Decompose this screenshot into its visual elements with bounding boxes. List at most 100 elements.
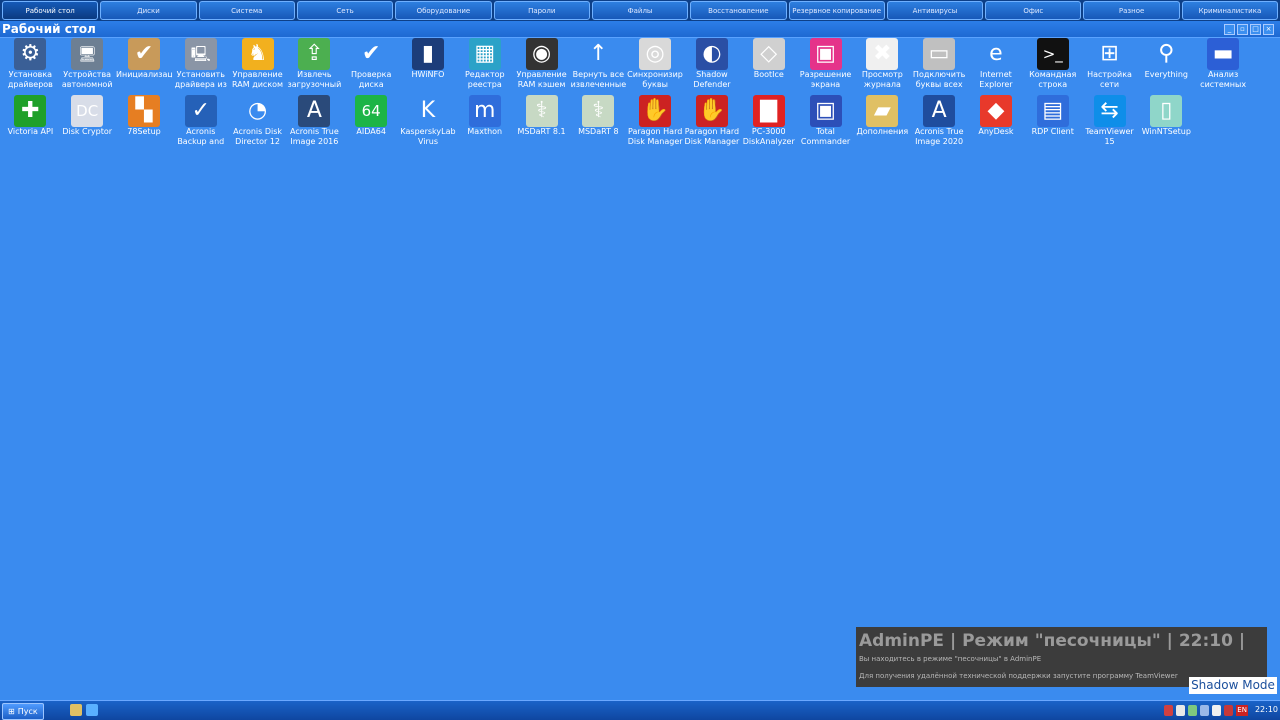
tab-10[interactable]: Офис [985,1,1082,20]
desktop-shortcut[interactable]: ◇ BootIce [740,38,797,95]
shortcut-label: Редактор реестра [464,70,505,89]
maxthon-icon: m [468,95,501,127]
desktop-shortcut[interactable]: ♞ Управление RAM диском [229,38,286,95]
desktop-shortcut[interactable]: ⊞ Настройка сети [1081,38,1138,95]
desktop-shortcut[interactable]: ✋ Paragon Hard Disk Manager [684,95,741,152]
shortcut-label: MSDaRT 8.1 [517,127,566,136]
msdart-81-icon: ⚕ [525,95,558,127]
desktop-shortcut[interactable]: ▣ Total Commander [797,95,854,152]
ram-cache-icon: ◉ [525,38,558,70]
hwinfo-icon: ▮ [411,38,444,70]
desktop-shortcut[interactable]: 64 AIDA64 [343,95,400,152]
desktop-shortcut[interactable]: ◔ Acronis Disk Director 12 [229,95,286,152]
folder-quicklaunch-icon[interactable] [70,704,82,716]
close-button[interactable]: × [1263,24,1274,35]
desktop-shortcut[interactable]: ⚕ MSDaRT 8 [570,95,627,152]
shortcut-label: Анализ системных [1200,70,1247,89]
tab-5[interactable]: Пароли [493,1,590,20]
78setup-icon: ▚ [127,95,160,127]
tray-volume-icon[interactable] [1212,704,1222,716]
shortcut-label: Acronis True Image 2020 [914,127,964,146]
tab-3[interactable]: Сеть [296,1,394,20]
tab-2[interactable]: Система [198,1,295,20]
desktop-shortcut[interactable]: ✓ Acronis Backup and [172,95,229,152]
tray-shield-icon[interactable] [1176,704,1186,716]
regedit-icon: ▦ [468,38,501,70]
tab-8[interactable]: Резервное копирование [788,1,885,20]
teamviewer-icon: ⇆ [1093,95,1126,127]
maximize-button[interactable]: □ [1250,24,1261,35]
desktop-shortcut[interactable]: ◐ Shadow Defender [684,38,741,95]
shortcut-label: Настройка сети [1087,70,1132,89]
return-extracted-icon: ↑ [582,38,615,70]
explorer-quicklaunch-icon[interactable] [86,704,98,716]
shortcut-label: Acronis True Image 2016 [290,127,339,146]
desktop-shortcut[interactable]: ◆ AnyDesk [968,95,1025,152]
tab-7[interactable]: Восстановление [690,1,787,20]
victoria-icon: ✚ [14,95,47,127]
desktop-shortcut[interactable]: DC Disk Cryptor [59,95,116,152]
desktop-shortcut[interactable]: ▦ Редактор реестра [456,38,513,95]
desktop-shortcut[interactable]: ▣ Разрешение экрана [797,38,854,95]
tab-6[interactable]: Файлы [591,1,689,20]
extract-boot-icon: ⇪ [298,38,331,70]
desktop-shortcut[interactable]: ↑ Вернуть все извлеченные [570,38,627,95]
desktop-shortcut[interactable]: >_ Командная строка [1024,38,1081,95]
tab-12[interactable]: Криминалистика [1181,1,1279,20]
desktop-shortcut[interactable]: ⚲ Everything [1138,38,1195,95]
tray-security-icon[interactable] [1224,704,1234,716]
tray-usb-icon[interactable] [1188,704,1198,716]
desktop-shortcut[interactable]: e Internet Explorer [968,38,1025,95]
desktop-shortcut[interactable]: ◎Синхронизировать буквы [627,38,684,95]
desktop-shortcut[interactable]: ⇪ Извлечь загрузочный [286,38,343,95]
tab-4[interactable]: Оборудование [395,1,492,20]
desktop-shortcut[interactable]: ⚕ MSDaRT 8.1 [513,95,570,152]
desktop-shortcut[interactable]: 🖥 Устройства автономной [59,38,116,95]
desktop-shortcut[interactable]: ▚ 78Setup [116,95,173,152]
tab-0[interactable]: Рабочий стол [2,1,99,20]
shadow-mode-badge: Shadow Mode [1189,677,1277,694]
desktop-shortcut[interactable]: A Acronis True Image 2020 [911,95,968,152]
desktop-icon-grid: ⚙ Установка драйверов 🖥 Устройства автономн… [2,38,1252,152]
desktop-shortcut[interactable]: ✋ Paragon Hard Disk Manager [627,95,684,152]
desktop-shortcut[interactable]: 🖳 Установить драйвера из [172,38,229,95]
desktop-shortcut[interactable]: ✚ Victoria API [2,95,59,152]
desktop-shortcut[interactable]: ▤ RDP Client [1024,95,1081,152]
clock[interactable]: 22:10 [1255,703,1278,717]
minimize-button[interactable]: _ [1224,24,1235,35]
tray-network-icon[interactable] [1164,704,1174,716]
event-log-icon: ✖ [866,38,899,70]
desktop-shortcut[interactable]: ◉ Управление RAM кэшем [513,38,570,95]
shortcut-label: Internet Explorer [979,70,1013,89]
quick-launch [70,704,98,716]
desktop-shortcut[interactable]: KKasperskyLab Virus Removal [400,95,457,152]
tab-9[interactable]: Антивирусы [886,1,984,20]
desktop-shortcut[interactable]: ✔ Проверка диска [343,38,400,95]
start-button[interactable]: ⊞ Пуск [2,703,44,720]
desktop-shortcut[interactable]: m Maxthon [456,95,513,152]
notification-line-1: Вы находитесь в режиме "песочницы" в Adm… [859,655,1042,663]
desktop-shortcut[interactable]: ▯ WinNTSetup [1138,95,1195,152]
desktop-shortcut[interactable]: ⚙ Установка драйверов [2,38,59,95]
shortcut-label: Victoria API [7,127,54,136]
tray-monitor-icon[interactable] [1200,704,1210,716]
desktop-shortcut[interactable]: A Acronis True Image 2016 [286,95,343,152]
tab-1[interactable]: Диски [100,1,197,20]
desktop-shortcut[interactable]: ▬ Анализ системных [1195,38,1252,95]
desktop-shortcut[interactable]: ▮ HWiNFO [400,38,457,95]
desktop-shortcut[interactable]: ✔Инициализация [116,38,173,95]
desktop-shortcut[interactable]: ▭ Подключить буквы всех [911,38,968,95]
tab-11[interactable]: Разное [1083,1,1180,20]
shortcut-label: Установить драйвера из [174,70,227,89]
desktop-shortcut[interactable]: ⇆ TeamViewer 15 [1081,95,1138,152]
desktop-shortcut[interactable]: ▰ Дополнения [854,95,911,152]
restore-button[interactable]: ▫ [1237,24,1248,35]
language-indicator[interactable]: EN [1236,704,1248,716]
notification-heading: AdminPE | Режим "песочницы" | 22:10 | [859,631,1246,651]
acronis-disk-director-icon: ◔ [241,95,274,127]
system-tray: EN 22:10 [1164,703,1278,717]
shortcut-label: MSDaRT 8 [578,127,619,136]
shortcut-label: Проверка диска [350,70,392,89]
desktop-shortcut[interactable]: ✖ Просмотр журнала [854,38,911,95]
desktop-shortcut[interactable]: ▇ PC-3000 DiskAnalyzer [740,95,797,152]
